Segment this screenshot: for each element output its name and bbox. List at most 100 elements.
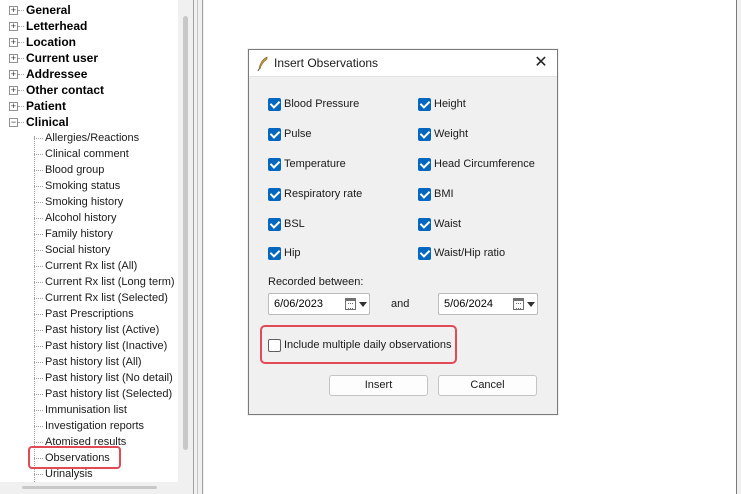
tree-child-label: Smoking status xyxy=(45,180,121,192)
tree-child-past-prescriptions[interactable]: Past Prescriptions xyxy=(0,306,178,322)
tree-child-label: Investigation reports xyxy=(45,420,145,432)
calendar-icon[interactable] xyxy=(513,298,524,310)
tree-child-past-history-active[interactable]: Past history list (Active) xyxy=(0,322,178,338)
expand-icon[interactable]: + xyxy=(9,102,18,111)
checkbox-label: Blood Pressure xyxy=(284,98,360,110)
tree-item-letterhead[interactable]: + Letterhead xyxy=(0,18,178,34)
tree-child-label: Current Rx list (Long term) xyxy=(45,276,175,288)
checkbox-bsl[interactable]: BSL xyxy=(268,217,305,233)
tree-child-social-history[interactable]: Social history xyxy=(0,242,178,258)
expand-icon[interactable]: + xyxy=(9,54,18,63)
tree-connector xyxy=(18,122,24,123)
scrollbar-thumb[interactable] xyxy=(22,486,157,489)
tree-connector xyxy=(34,202,43,203)
checkbox-checked-icon[interactable] xyxy=(268,218,281,231)
tree-item-patient[interactable]: + Patient xyxy=(0,98,178,114)
tree-child-label: Past Prescriptions xyxy=(45,308,134,320)
checkbox-checked-icon[interactable] xyxy=(268,98,281,111)
tree-child-past-history-no-detail[interactable]: Past history list (No detail) xyxy=(0,370,178,386)
insert-button[interactable]: Insert xyxy=(329,375,428,396)
collapse-icon[interactable]: − xyxy=(9,118,18,127)
expand-icon[interactable]: + xyxy=(9,38,18,47)
date-from-picker[interactable]: 6/06/2023 xyxy=(268,293,370,315)
checkbox-checked-icon[interactable] xyxy=(418,247,431,260)
checkbox-label: Hip xyxy=(284,247,301,259)
date-to-value: 5/06/2024 xyxy=(444,298,493,310)
dialog-titlebar[interactable]: Insert Observations ✕ xyxy=(249,50,557,77)
checkbox-label: Pulse xyxy=(284,128,312,140)
checkbox-head-circumference[interactable]: Head Circumference xyxy=(418,157,535,173)
checkbox-checked-icon[interactable] xyxy=(268,128,281,141)
checkbox-label: BSL xyxy=(284,218,305,230)
checkbox-waist-hip-ratio[interactable]: Waist/Hip ratio xyxy=(418,246,505,262)
tree-child-label: Family history xyxy=(45,228,113,240)
expand-icon[interactable]: + xyxy=(9,6,18,15)
tree-connector xyxy=(34,426,43,427)
date-to-picker[interactable]: 5/06/2024 xyxy=(438,293,538,315)
chevron-down-icon[interactable] xyxy=(527,302,535,307)
expand-icon[interactable]: + xyxy=(9,22,18,31)
expand-icon[interactable]: + xyxy=(9,86,18,95)
tree-connector xyxy=(18,58,24,59)
tree-child-alcohol-history[interactable]: Alcohol history xyxy=(0,210,178,226)
horizontal-scrollbar[interactable] xyxy=(0,482,178,494)
checkbox-waist[interactable]: Waist xyxy=(418,217,461,233)
checkbox-pulse[interactable]: Pulse xyxy=(268,127,312,143)
tree-child-allergies[interactable]: Allergies/Reactions xyxy=(0,130,178,146)
checkbox-hip[interactable]: Hip xyxy=(268,246,301,262)
tree-child-past-history-selected[interactable]: Past history list (Selected) xyxy=(0,386,178,402)
checkbox-bmi[interactable]: BMI xyxy=(418,187,454,203)
checkbox-checked-icon[interactable] xyxy=(418,188,431,201)
tree-vertical-connector xyxy=(34,136,35,484)
tree-item-label: Letterhead xyxy=(26,19,88,33)
tree-connector xyxy=(18,106,24,107)
tree-child-past-history-all[interactable]: Past history list (All) xyxy=(0,354,178,370)
tree-child-smoking-status[interactable]: Smoking status xyxy=(0,178,178,194)
tree-item-addressee[interactable]: + Addressee xyxy=(0,66,178,82)
quill-icon xyxy=(257,56,268,71)
checkbox-blood-pressure[interactable]: Blood Pressure xyxy=(268,97,359,113)
tree-child-current-rx-all[interactable]: Current Rx list (All) xyxy=(0,258,178,274)
tree-child-blood-group[interactable]: Blood group xyxy=(0,162,178,178)
tree-item-general[interactable]: + General xyxy=(0,2,178,18)
chevron-down-icon[interactable] xyxy=(359,302,367,307)
checkbox-checked-icon[interactable] xyxy=(418,218,431,231)
tree-connector xyxy=(34,250,43,251)
tree-child-family-history[interactable]: Family history xyxy=(0,226,178,242)
checkbox-checked-icon[interactable] xyxy=(418,128,431,141)
tree-child-current-rx-long-term[interactable]: Current Rx list (Long term) xyxy=(0,274,178,290)
tree-connector xyxy=(18,90,24,91)
tree-child-clinical-comment[interactable]: Clinical comment xyxy=(0,146,178,162)
tree-child-current-rx-selected[interactable]: Current Rx list (Selected) xyxy=(0,290,178,306)
checkbox-checked-icon[interactable] xyxy=(418,158,431,171)
tree-child-label: Blood group xyxy=(45,164,105,176)
tree-item-other-contact[interactable]: + Other contact xyxy=(0,82,178,98)
tree-connector xyxy=(34,170,43,171)
vertical-scrollbar[interactable] xyxy=(178,0,193,494)
tree-item-location[interactable]: + Location xyxy=(0,34,178,50)
tree-child-immunisation-list[interactable]: Immunisation list xyxy=(0,402,178,418)
tree-child-investigation-reports[interactable]: Investigation reports xyxy=(0,418,178,434)
checkbox-checked-icon[interactable] xyxy=(268,188,281,201)
tree-child-past-history-inactive[interactable]: Past history list (Inactive) xyxy=(0,338,178,354)
checkbox-checked-icon[interactable] xyxy=(268,158,281,171)
checkbox-temperature[interactable]: Temperature xyxy=(268,157,346,173)
tree-connector xyxy=(34,218,43,219)
tree-item-clinical[interactable]: − Clinical xyxy=(0,114,178,130)
tree-connector xyxy=(34,394,43,395)
tree-child-smoking-history[interactable]: Smoking history xyxy=(0,194,178,210)
close-icon[interactable]: ✕ xyxy=(533,55,549,71)
checkbox-checked-icon[interactable] xyxy=(268,247,281,260)
tree-connector xyxy=(34,442,43,443)
checkbox-height[interactable]: Height xyxy=(418,97,466,113)
checkbox-weight[interactable]: Weight xyxy=(418,127,468,143)
checkbox-respiratory-rate[interactable]: Respiratory rate xyxy=(268,187,362,203)
scrollbar-thumb[interactable] xyxy=(183,16,188,450)
calendar-icon[interactable] xyxy=(345,298,356,310)
checkbox-checked-icon[interactable] xyxy=(418,98,431,111)
expand-icon[interactable]: + xyxy=(9,70,18,79)
tree-connector xyxy=(34,138,43,139)
splitter[interactable] xyxy=(194,0,203,494)
tree-item-current-user[interactable]: + Current user xyxy=(0,50,178,66)
cancel-button[interactable]: Cancel xyxy=(438,375,537,396)
